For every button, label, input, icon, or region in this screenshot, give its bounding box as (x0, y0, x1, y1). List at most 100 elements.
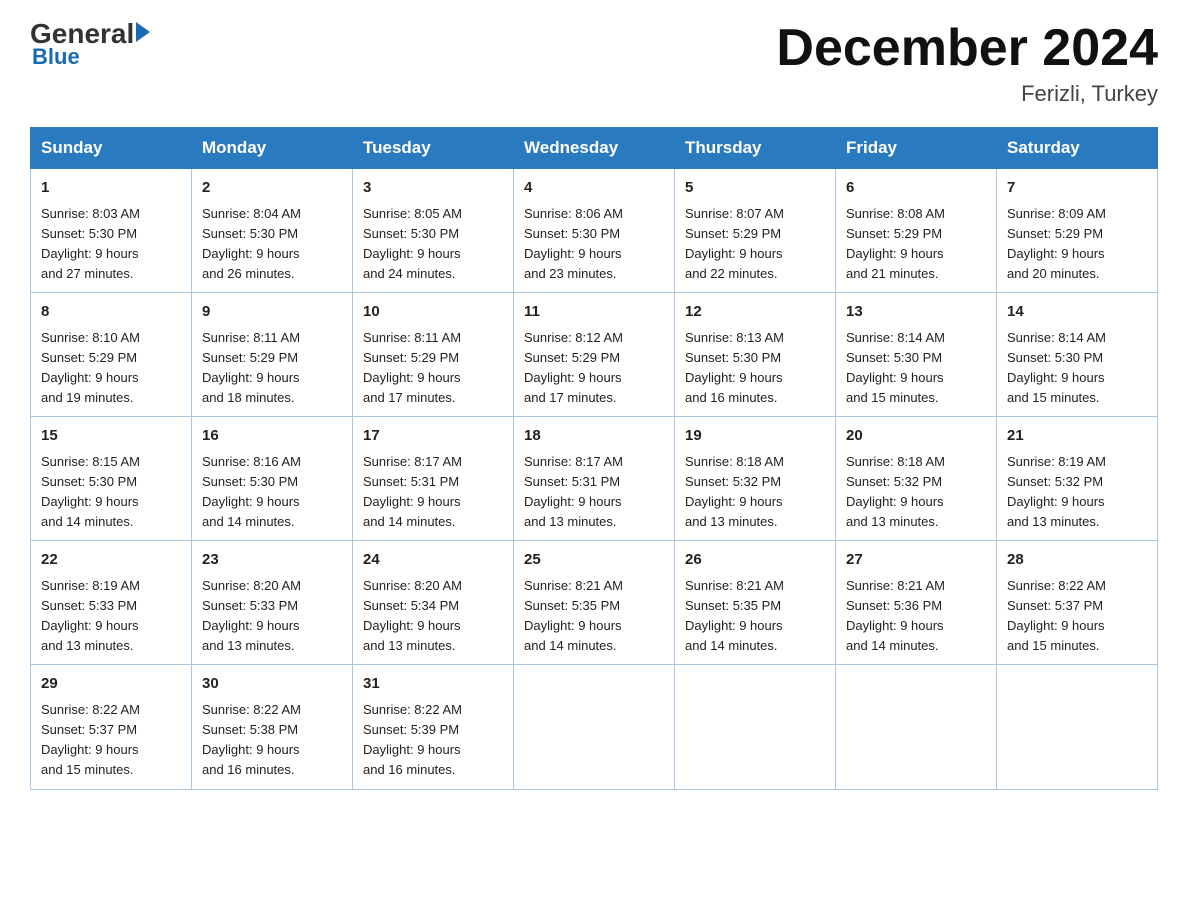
calendar-table: SundayMondayTuesdayWednesdayThursdayFrid… (30, 127, 1158, 789)
day-info: Sunrise: 8:14 AMSunset: 5:30 PMDaylight:… (846, 328, 986, 409)
day-number: 5 (685, 177, 825, 200)
day-info: Sunrise: 8:15 AMSunset: 5:30 PMDaylight:… (41, 452, 181, 533)
calendar-cell: 19 Sunrise: 8:18 AMSunset: 5:32 PMDayligh… (675, 417, 836, 541)
day-number: 23 (202, 549, 342, 572)
day-info: Sunrise: 8:16 AMSunset: 5:30 PMDaylight:… (202, 452, 342, 533)
day-number: 6 (846, 177, 986, 200)
calendar-cell: 14 Sunrise: 8:14 AMSunset: 5:30 PMDayligh… (997, 293, 1158, 417)
column-header-sunday: Sunday (31, 128, 192, 169)
day-number: 13 (846, 301, 986, 324)
calendar-cell: 6 Sunrise: 8:08 AMSunset: 5:29 PMDaylight… (836, 169, 997, 293)
calendar-cell: 21 Sunrise: 8:19 AMSunset: 5:32 PMDayligh… (997, 417, 1158, 541)
column-header-saturday: Saturday (997, 128, 1158, 169)
calendar-cell: 31 Sunrise: 8:22 AMSunset: 5:39 PMDayligh… (353, 665, 514, 789)
day-info: Sunrise: 8:04 AMSunset: 5:30 PMDaylight:… (202, 204, 342, 285)
day-info: Sunrise: 8:22 AMSunset: 5:37 PMDaylight:… (1007, 576, 1147, 657)
calendar-cell: 20 Sunrise: 8:18 AMSunset: 5:32 PMDayligh… (836, 417, 997, 541)
column-header-monday: Monday (192, 128, 353, 169)
day-number: 22 (41, 549, 181, 572)
day-number: 14 (1007, 301, 1147, 324)
logo: General Blue (30, 20, 150, 70)
day-info: Sunrise: 8:05 AMSunset: 5:30 PMDaylight:… (363, 204, 503, 285)
day-info: Sunrise: 8:17 AMSunset: 5:31 PMDaylight:… (363, 452, 503, 533)
day-number: 7 (1007, 177, 1147, 200)
calendar-week-1: 1Sunrise: 8:03 AMSunset: 5:30 PMDaylight… (31, 169, 1158, 293)
day-info: Sunrise: 8:22 AMSunset: 5:37 PMDaylight:… (41, 700, 181, 781)
day-info: Sunrise: 8:07 AMSunset: 5:29 PMDaylight:… (685, 204, 825, 285)
calendar-cell (836, 665, 997, 789)
calendar-cell: 30 Sunrise: 8:22 AMSunset: 5:38 PMDayligh… (192, 665, 353, 789)
day-info: Sunrise: 8:10 AMSunset: 5:29 PMDaylight:… (41, 328, 181, 409)
day-info: Sunrise: 8:14 AMSunset: 5:30 PMDaylight:… (1007, 328, 1147, 409)
day-info: Sunrise: 8:22 AMSunset: 5:39 PMDaylight:… (363, 700, 503, 781)
title-block: December 2024 Ferizli, Turkey (776, 20, 1158, 107)
day-number: 10 (363, 301, 503, 324)
day-number: 26 (685, 549, 825, 572)
day-number: 28 (1007, 549, 1147, 572)
day-number: 15 (41, 425, 181, 448)
calendar-cell: 15 Sunrise: 8:15 AMSunset: 5:30 PMDayligh… (31, 417, 192, 541)
day-info: Sunrise: 8:21 AMSunset: 5:35 PMDaylight:… (685, 576, 825, 657)
day-number: 18 (524, 425, 664, 448)
day-number: 27 (846, 549, 986, 572)
calendar-cell: 7 Sunrise: 8:09 AMSunset: 5:29 PMDaylight… (997, 169, 1158, 293)
calendar-cell: 27 Sunrise: 8:21 AMSunset: 5:36 PMDayligh… (836, 541, 997, 665)
day-info: Sunrise: 8:18 AMSunset: 5:32 PMDaylight:… (846, 452, 986, 533)
month-title: December 2024 (776, 20, 1158, 77)
calendar-cell: 5 Sunrise: 8:07 AMSunset: 5:29 PMDaylight… (675, 169, 836, 293)
calendar-week-3: 15 Sunrise: 8:15 AMSunset: 5:30 PMDayligh… (31, 417, 1158, 541)
calendar-header-row: SundayMondayTuesdayWednesdayThursdayFrid… (31, 128, 1158, 169)
calendar-cell: 25Sunrise: 8:21 AMSunset: 5:35 PMDayligh… (514, 541, 675, 665)
calendar-cell: 23Sunrise: 8:20 AMSunset: 5:33 PMDayligh… (192, 541, 353, 665)
day-number: 11 (524, 301, 664, 324)
day-number: 16 (202, 425, 342, 448)
day-info: Sunrise: 8:12 AMSunset: 5:29 PMDaylight:… (524, 328, 664, 409)
day-info: Sunrise: 8:22 AMSunset: 5:38 PMDaylight:… (202, 700, 342, 781)
day-info: Sunrise: 8:06 AMSunset: 5:30 PMDaylight:… (524, 204, 664, 285)
day-number: 30 (202, 673, 342, 696)
day-info: Sunrise: 8:19 AMSunset: 5:32 PMDaylight:… (1007, 452, 1147, 533)
column-header-wednesday: Wednesday (514, 128, 675, 169)
calendar-cell: 24 Sunrise: 8:20 AMSunset: 5:34 PMDayligh… (353, 541, 514, 665)
calendar-cell: 13 Sunrise: 8:14 AMSunset: 5:30 PMDayligh… (836, 293, 997, 417)
calendar-cell: 16 Sunrise: 8:16 AMSunset: 5:30 PMDayligh… (192, 417, 353, 541)
day-number: 3 (363, 177, 503, 200)
day-info: Sunrise: 8:03 AMSunset: 5:30 PMDaylight:… (41, 204, 181, 285)
calendar-cell: 2Sunrise: 8:04 AMSunset: 5:30 PMDaylight… (192, 169, 353, 293)
calendar-cell (997, 665, 1158, 789)
day-number: 12 (685, 301, 825, 324)
calendar-week-4: 22 Sunrise: 8:19 AMSunset: 5:33 PMDayligh… (31, 541, 1158, 665)
day-info: Sunrise: 8:21 AMSunset: 5:35 PMDaylight:… (524, 576, 664, 657)
calendar-cell (675, 665, 836, 789)
location-text: Ferizli, Turkey (776, 81, 1158, 107)
day-info: Sunrise: 8:21 AMSunset: 5:36 PMDaylight:… (846, 576, 986, 657)
day-number: 20 (846, 425, 986, 448)
calendar-week-5: 29 Sunrise: 8:22 AMSunset: 5:37 PMDayligh… (31, 665, 1158, 789)
day-info: Sunrise: 8:20 AMSunset: 5:34 PMDaylight:… (363, 576, 503, 657)
calendar-cell: 3 Sunrise: 8:05 AMSunset: 5:30 PMDaylight… (353, 169, 514, 293)
day-number: 19 (685, 425, 825, 448)
day-info: Sunrise: 8:09 AMSunset: 5:29 PMDaylight:… (1007, 204, 1147, 285)
day-number: 21 (1007, 425, 1147, 448)
day-number: 8 (41, 301, 181, 324)
day-number: 4 (524, 177, 664, 200)
day-number: 9 (202, 301, 342, 324)
calendar-cell: 12 Sunrise: 8:13 AMSunset: 5:30 PMDayligh… (675, 293, 836, 417)
calendar-cell: 4 Sunrise: 8:06 AMSunset: 5:30 PMDaylight… (514, 169, 675, 293)
calendar-cell: 9Sunrise: 8:11 AMSunset: 5:29 PMDaylight… (192, 293, 353, 417)
calendar-cell: 1Sunrise: 8:03 AMSunset: 5:30 PMDaylight… (31, 169, 192, 293)
day-info: Sunrise: 8:19 AMSunset: 5:33 PMDaylight:… (41, 576, 181, 657)
day-info: Sunrise: 8:18 AMSunset: 5:32 PMDaylight:… (685, 452, 825, 533)
calendar-cell: 17Sunrise: 8:17 AMSunset: 5:31 PMDayligh… (353, 417, 514, 541)
logo-triangle-icon (136, 22, 150, 42)
day-number: 29 (41, 673, 181, 696)
day-info: Sunrise: 8:13 AMSunset: 5:30 PMDaylight:… (685, 328, 825, 409)
calendar-cell: 8 Sunrise: 8:10 AMSunset: 5:29 PMDaylight… (31, 293, 192, 417)
logo-blue-text: Blue (32, 44, 80, 70)
day-number: 24 (363, 549, 503, 572)
column-header-tuesday: Tuesday (353, 128, 514, 169)
calendar-cell: 26 Sunrise: 8:21 AMSunset: 5:35 PMDayligh… (675, 541, 836, 665)
calendar-cell: 11 Sunrise: 8:12 AMSunset: 5:29 PMDayligh… (514, 293, 675, 417)
day-info: Sunrise: 8:08 AMSunset: 5:29 PMDaylight:… (846, 204, 986, 285)
day-number: 31 (363, 673, 503, 696)
